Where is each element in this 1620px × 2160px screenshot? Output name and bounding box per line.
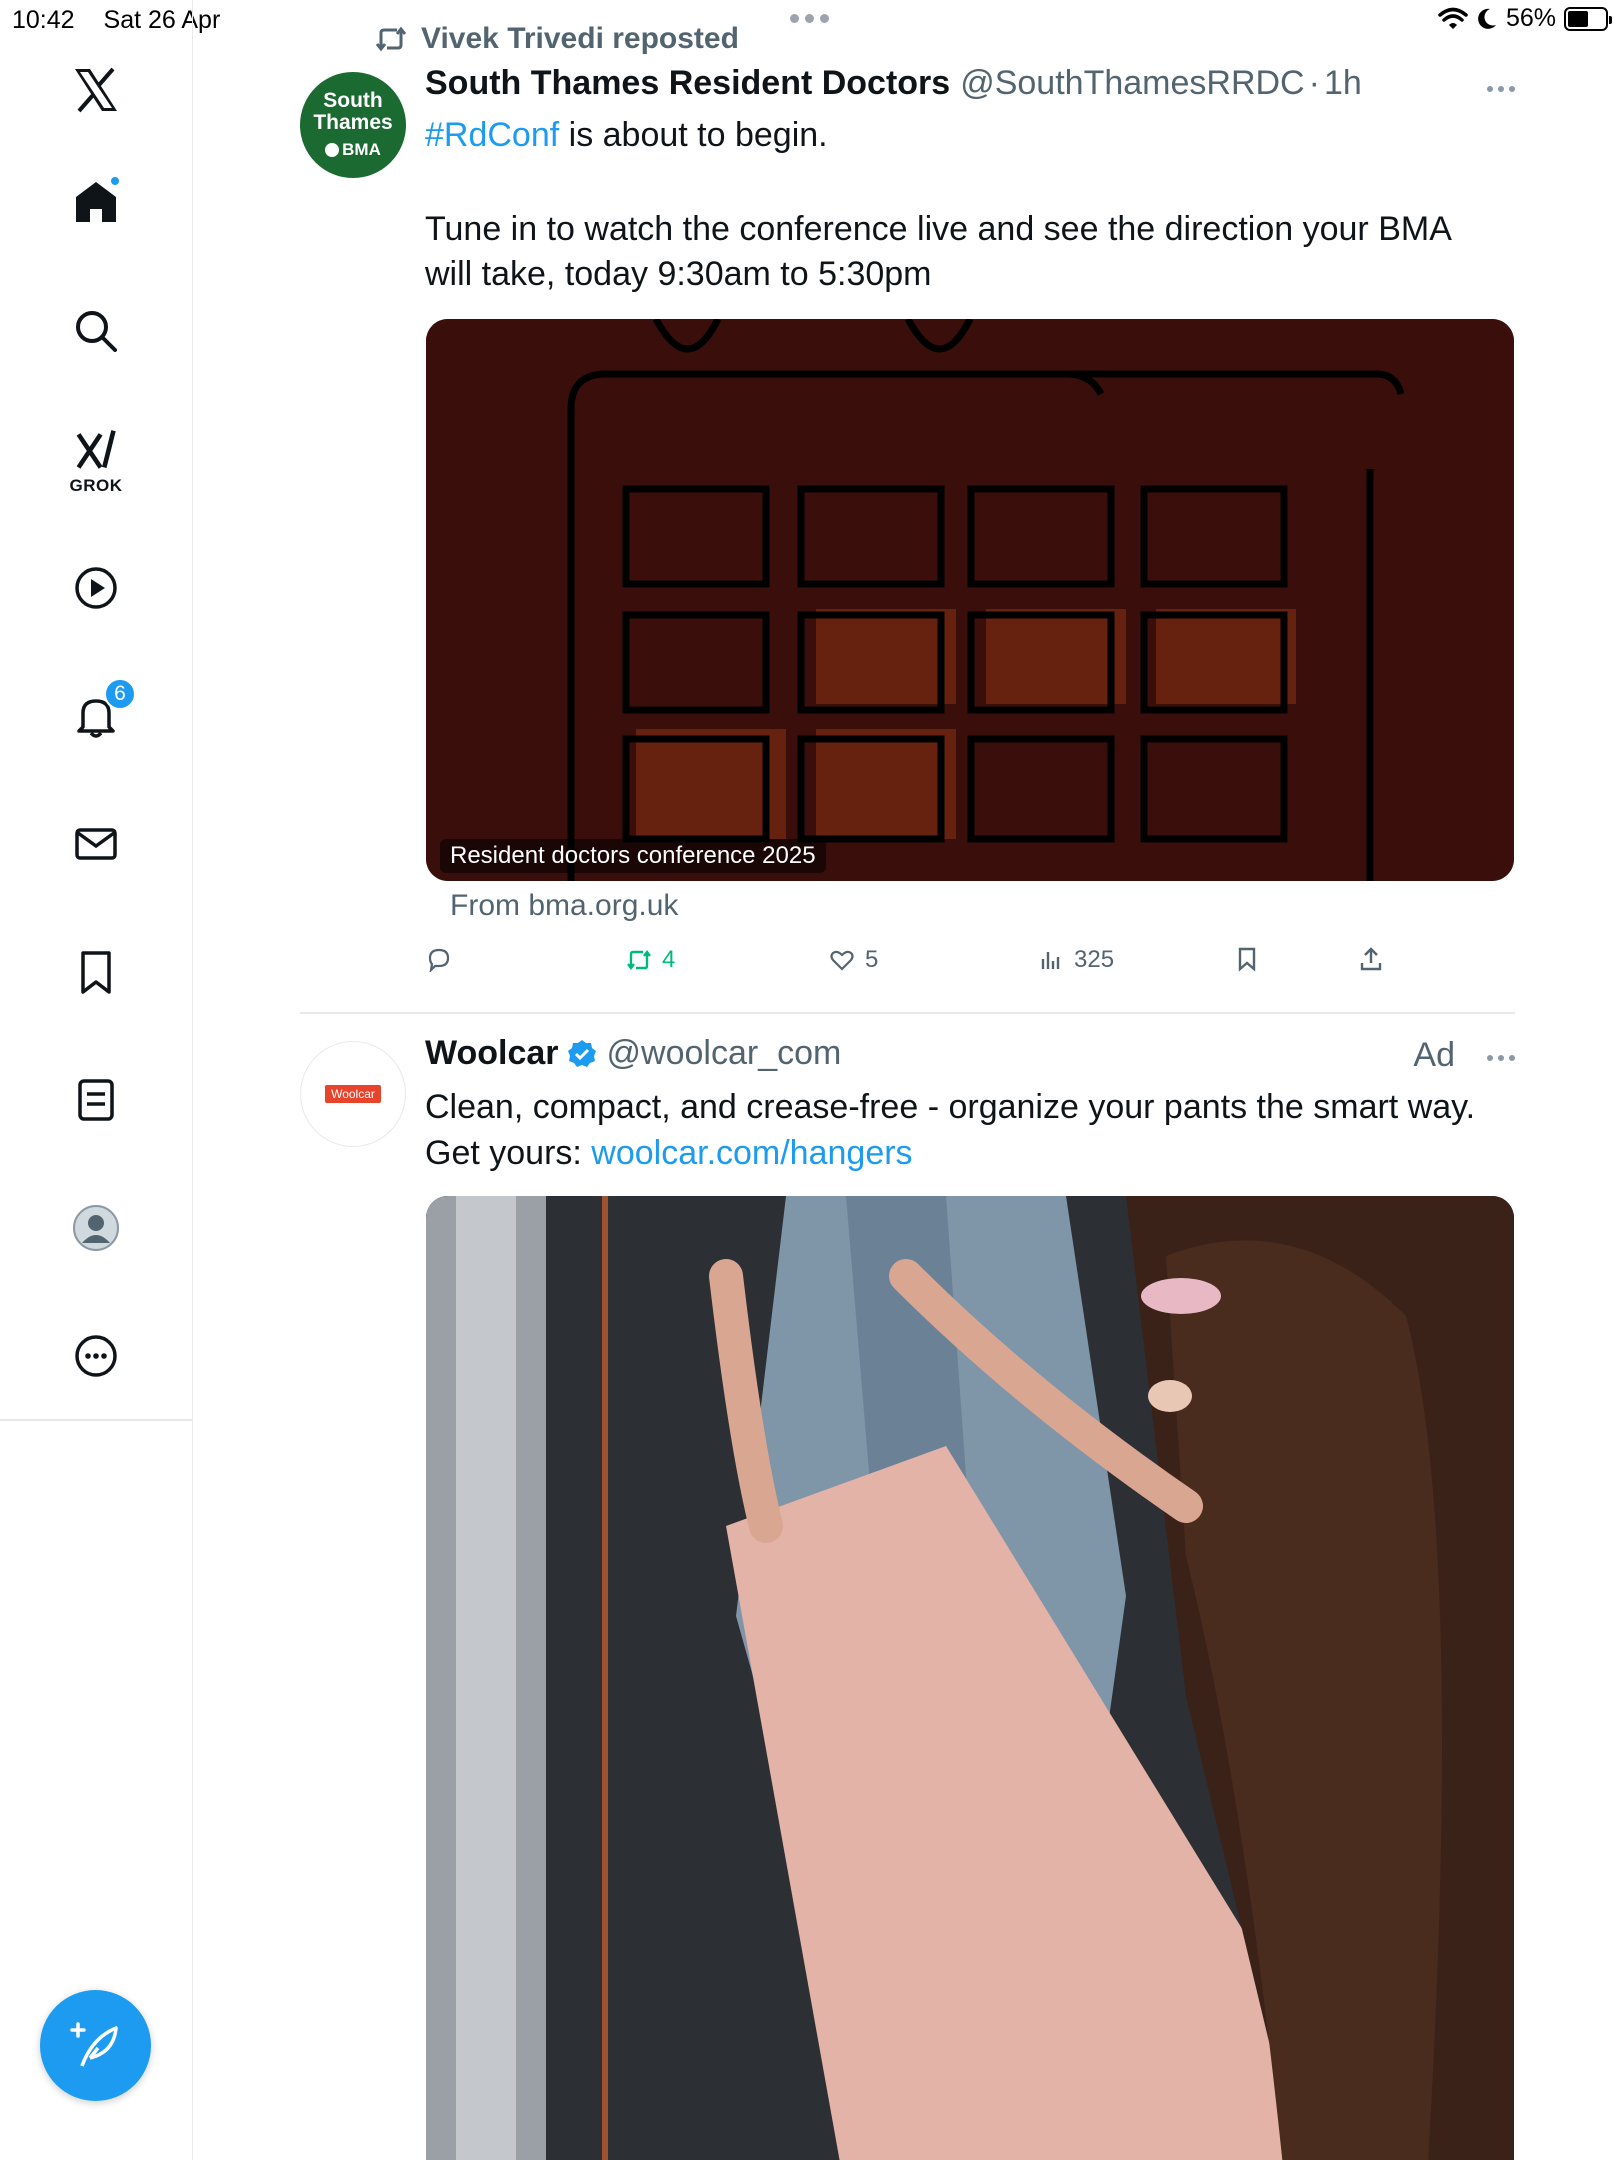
- tweet-divider: [300, 1012, 1515, 1014]
- ad-video-media[interactable]: [426, 1196, 1514, 2160]
- bma-logo-icon: [325, 143, 340, 157]
- sidebar-item-bookmarks[interactable]: [56, 932, 136, 1012]
- avatar-text-3: BMA: [325, 140, 381, 160]
- bookmark-button[interactable]: [1234, 946, 1260, 972]
- tweet-more-menu[interactable]: [1487, 1055, 1515, 1061]
- sidebar-item-grok[interactable]: GROK: [56, 418, 136, 498]
- tweet-more-menu[interactable]: [1487, 86, 1515, 92]
- sidebar-item-search[interactable]: [56, 291, 136, 371]
- link-source[interactable]: From bma.org.uk: [450, 889, 678, 923]
- tweet-header: Woolcar @woolcar_com: [425, 1034, 841, 1073]
- sidebar-item-notifications[interactable]: 6: [56, 676, 136, 756]
- sidebar-item-video[interactable]: [56, 548, 136, 628]
- views-count: 325: [1074, 946, 1115, 973]
- avatar-text-1: South: [323, 89, 383, 112]
- author-name[interactable]: South Thames Resident Doctors: [425, 64, 950, 103]
- sidebar-item-lists[interactable]: [56, 1060, 136, 1140]
- more-circle-icon: [75, 1335, 117, 1377]
- tweet-header: South Thames Resident Doctors @SouthTham…: [425, 64, 1362, 103]
- share-button[interactable]: [1358, 946, 1384, 972]
- repost-indicator[interactable]: Vivek Trivedi reposted: [375, 22, 739, 56]
- sidebar: GROK 6: [0, 0, 193, 2160]
- avatar-text-2: Thames: [313, 111, 393, 134]
- sidebar-item-messages[interactable]: [56, 804, 136, 884]
- grok-label: GROK: [69, 476, 123, 495]
- tweet-time[interactable]: 1h: [1324, 64, 1362, 103]
- x-logo[interactable]: [56, 50, 136, 130]
- compose-button[interactable]: [40, 1990, 151, 2101]
- search-icon: [76, 311, 117, 352]
- repost-count: 4: [662, 946, 676, 973]
- battery-icon: [1564, 6, 1612, 31]
- media-caption: Resident doctors conference 2025: [440, 839, 826, 873]
- bookmark-icon: [81, 951, 111, 994]
- avatar-woolcar[interactable]: Woolcar: [300, 1041, 406, 1147]
- battery-percent: 56%: [1505, 4, 1556, 32]
- ad-text-prefix: Get yours:: [425, 1134, 592, 1172]
- moon-icon: [1478, 8, 1496, 29]
- bookmark-icon: [1238, 947, 1256, 972]
- home-unread-dot: [109, 175, 121, 187]
- sidebar-item-more[interactable]: [56, 1316, 136, 1396]
- envelope-icon: [75, 828, 117, 860]
- calendar-graphic: [426, 319, 1514, 881]
- notifications-badge: 6: [104, 678, 136, 710]
- profile-avatar-icon: [73, 1205, 119, 1251]
- header-separator: ·: [1308, 64, 1320, 102]
- ad-text-line1: Clean, compact, and crease-free - organi…: [425, 1088, 1476, 1126]
- list-icon: [78, 1079, 114, 1121]
- compose-feather-icon: [69, 2021, 118, 2067]
- reply-icon: [428, 948, 450, 972]
- repost-button[interactable]: 4: [626, 946, 675, 974]
- like-button[interactable]: 5: [829, 946, 878, 974]
- author-handle[interactable]: @SouthThamesRRDC: [960, 64, 1304, 103]
- multitasking-dots[interactable]: [790, 14, 829, 23]
- views-button[interactable]: 325: [1038, 946, 1114, 974]
- like-count: 5: [865, 946, 879, 973]
- author-name[interactable]: Woolcar: [425, 1034, 559, 1073]
- share-icon: [1360, 947, 1382, 971]
- sidebar-item-profile[interactable]: [56, 1188, 136, 1268]
- x-logo-icon: [75, 67, 117, 113]
- wifi-icon: [1438, 7, 1468, 29]
- grok-icon: [76, 430, 116, 469]
- reply-button[interactable]: [426, 946, 462, 972]
- verified-badge-icon: [567, 1039, 597, 1069]
- sidebar-item-home[interactable]: [56, 162, 136, 242]
- author-handle[interactable]: @woolcar_com: [607, 1034, 842, 1073]
- sidebar-divider: [0, 1419, 193, 1421]
- wardrobe-video-still: [426, 1196, 1514, 2160]
- repost-active-icon: [627, 950, 651, 970]
- play-circle-icon: [75, 567, 117, 609]
- ad-link[interactable]: woolcar.com/hangers: [591, 1134, 912, 1172]
- repost-icon: [375, 26, 407, 52]
- tweet-text-para2: Tune in to watch the conference live and…: [425, 210, 1450, 293]
- repost-label: Vivek Trivedi reposted: [421, 22, 739, 55]
- tweet-text-line1: #RdConf is about to begin.: [425, 113, 1505, 158]
- hashtag-link[interactable]: #RdConf: [425, 116, 559, 154]
- avatar-south-thames[interactable]: South Thames BMA: [300, 72, 406, 178]
- heart-icon: [830, 950, 854, 971]
- ad-text-line2: Get yours: woolcar.com/hangers: [425, 1131, 1505, 1176]
- analytics-icon: [1041, 952, 1060, 969]
- status-bar-right: 56%: [1438, 4, 1612, 33]
- woolcar-logo: Woolcar: [325, 1085, 381, 1103]
- tweet-text-rest: is about to begin.: [559, 116, 828, 154]
- ad-label: Ad: [1413, 1036, 1455, 1074]
- tweet-actions: 4 5 325: [426, 946, 1426, 986]
- link-card-media[interactable]: Resident doctors conference 2025: [426, 319, 1514, 881]
